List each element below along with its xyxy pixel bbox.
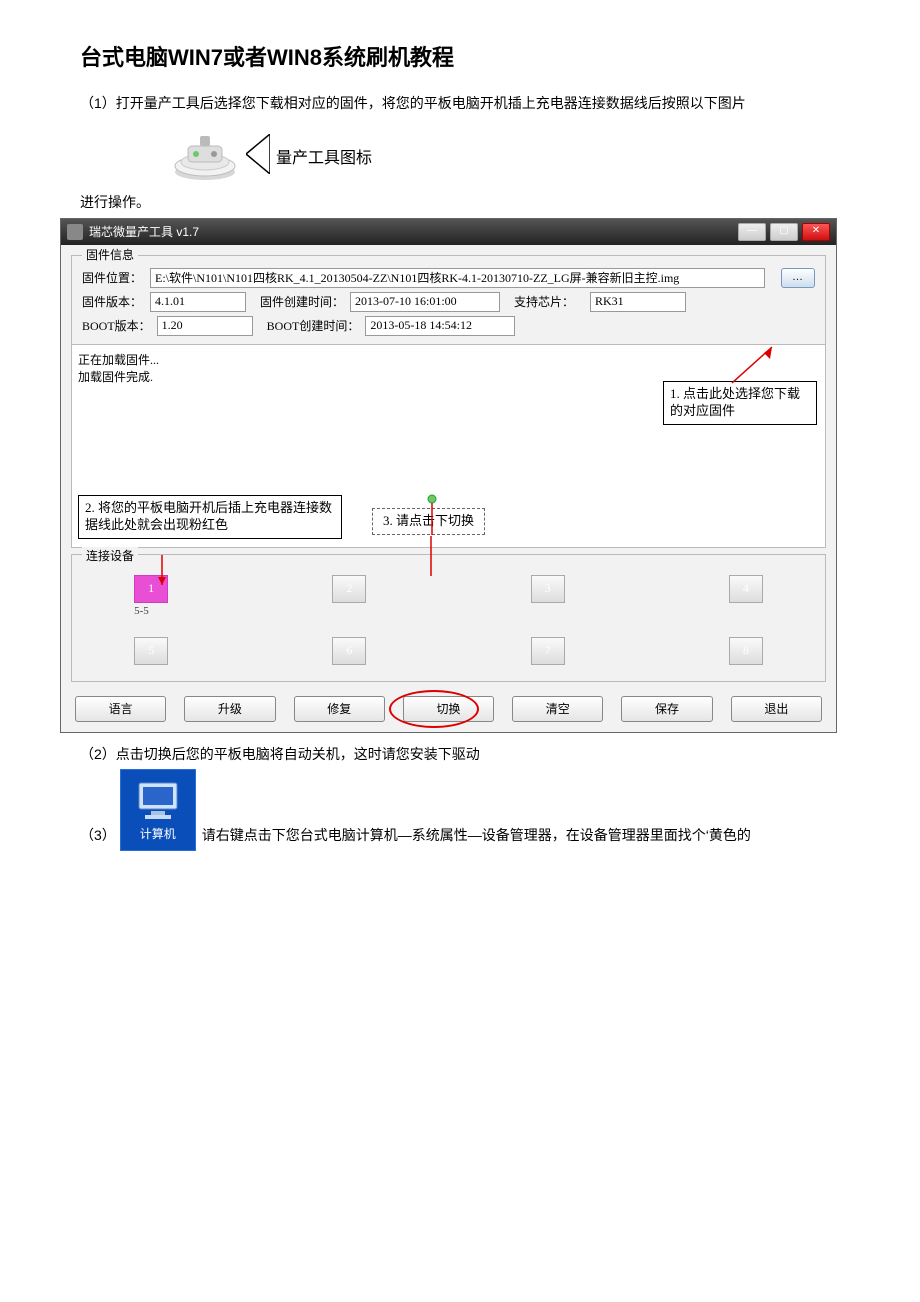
boot-time-value: 2013-05-18 14:54:12	[365, 316, 515, 336]
production-tool-icon	[170, 124, 240, 187]
arrow-left-icon	[246, 134, 270, 177]
annotation-1: 1. 点击此处选择您下载的对应固件	[663, 381, 817, 425]
save-button[interactable]: 保存	[621, 696, 712, 722]
device-slot-5[interactable]: 5	[134, 637, 168, 665]
firmware-info-legend: 固件信息	[82, 246, 138, 263]
firmware-info-group: 固件信息 固件位置： E:\软件\N101\N101四核RK_4.1_20130…	[71, 255, 826, 344]
titlebar: 瑞芯微量产工具 v1.7 — ▢ ✕	[61, 219, 836, 245]
fw-ver-label: 固件版本：	[82, 293, 144, 310]
annotation-3: 3. 请点击下切换	[372, 508, 485, 535]
computer-icon: 计算机	[120, 769, 196, 851]
chip-value: RK31	[590, 292, 686, 312]
fw-ver-value: 4.1.01	[150, 292, 246, 312]
exit-button[interactable]: 退出	[731, 696, 822, 722]
tool-icon-label: 量产工具图标	[276, 144, 372, 168]
device-slot-4[interactable]: 4	[729, 575, 763, 603]
step1-intro: （1）打开量产工具后选择您下载相对应的固件，将您的平板电脑开机插上充电器连接数据…	[80, 92, 840, 114]
firmware-path-input[interactable]: E:\软件\N101\N101四核RK_4.1_20130504-ZZ\N101…	[150, 268, 765, 288]
switch-button[interactable]: 切换	[403, 696, 494, 722]
boot-time-label: BOOT创建时间：	[267, 317, 360, 334]
device-slot-3[interactable]: 3	[531, 575, 565, 603]
step3-prefix: （3）	[80, 825, 116, 851]
tool-icon-block: 量产工具图标	[170, 124, 840, 187]
devices-group: 连接设备 15-5 2 3 4 5 6 7 8	[71, 554, 826, 682]
browse-button[interactable]: ...	[781, 268, 815, 288]
device-slot-2[interactable]: 2	[332, 575, 366, 603]
devices-legend: 连接设备	[82, 547, 138, 564]
step1-continue: 进行操作。	[80, 191, 840, 213]
log-area: 正在加载固件... 加载固件完成. 1. 点击此处选择您下载的对应固件 2. 将…	[71, 344, 826, 548]
path-label: 固件位置：	[82, 269, 144, 286]
window-maximize-button[interactable]: ▢	[770, 223, 798, 241]
repair-button[interactable]: 修复	[294, 696, 385, 722]
app-icon	[67, 224, 83, 240]
step2: （2）点击切换后您的平板电脑将自动关机，这时请您安装下驱动	[80, 743, 840, 765]
fw-time-value: 2013-07-10 16:01:00	[350, 292, 500, 312]
device-slot-6[interactable]: 6	[332, 637, 366, 665]
boot-ver-label: BOOT版本：	[82, 317, 151, 334]
app-window: 瑞芯微量产工具 v1.7 — ▢ ✕ 固件信息 固件位置： E:\软件\N101…	[60, 218, 837, 733]
chip-label: 支持芯片：	[514, 293, 584, 310]
boot-ver-value: 1.20	[157, 316, 253, 336]
step3-text: 请右键点击下您台式电脑计算机—系统属性—设备管理器，在设备管理器里面找个‘黄色的	[202, 825, 751, 851]
language-button[interactable]: 语言	[75, 696, 166, 722]
device-slot-1[interactable]: 15-5	[134, 575, 168, 617]
device-sub: 5-5	[134, 605, 168, 617]
page-title: 台式电脑WIN7或者WIN8系统刷机教程	[80, 40, 840, 72]
device-slot-8[interactable]: 8	[729, 637, 763, 665]
clear-button[interactable]: 清空	[512, 696, 603, 722]
upgrade-button[interactable]: 升级	[184, 696, 275, 722]
window-close-button[interactable]: ✕	[802, 223, 830, 241]
log-line: 正在加载固件...	[78, 351, 819, 368]
computer-caption: 计算机	[140, 825, 176, 842]
window-title: 瑞芯微量产工具 v1.7	[89, 223, 199, 240]
fw-time-label: 固件创建时间：	[260, 293, 344, 310]
window-minimize-button[interactable]: —	[738, 223, 766, 241]
annotation-2: 2. 将您的平板电脑开机后插上充电器连接数据线此处就会出现粉红色	[78, 495, 342, 539]
device-slot-7[interactable]: 7	[531, 637, 565, 665]
